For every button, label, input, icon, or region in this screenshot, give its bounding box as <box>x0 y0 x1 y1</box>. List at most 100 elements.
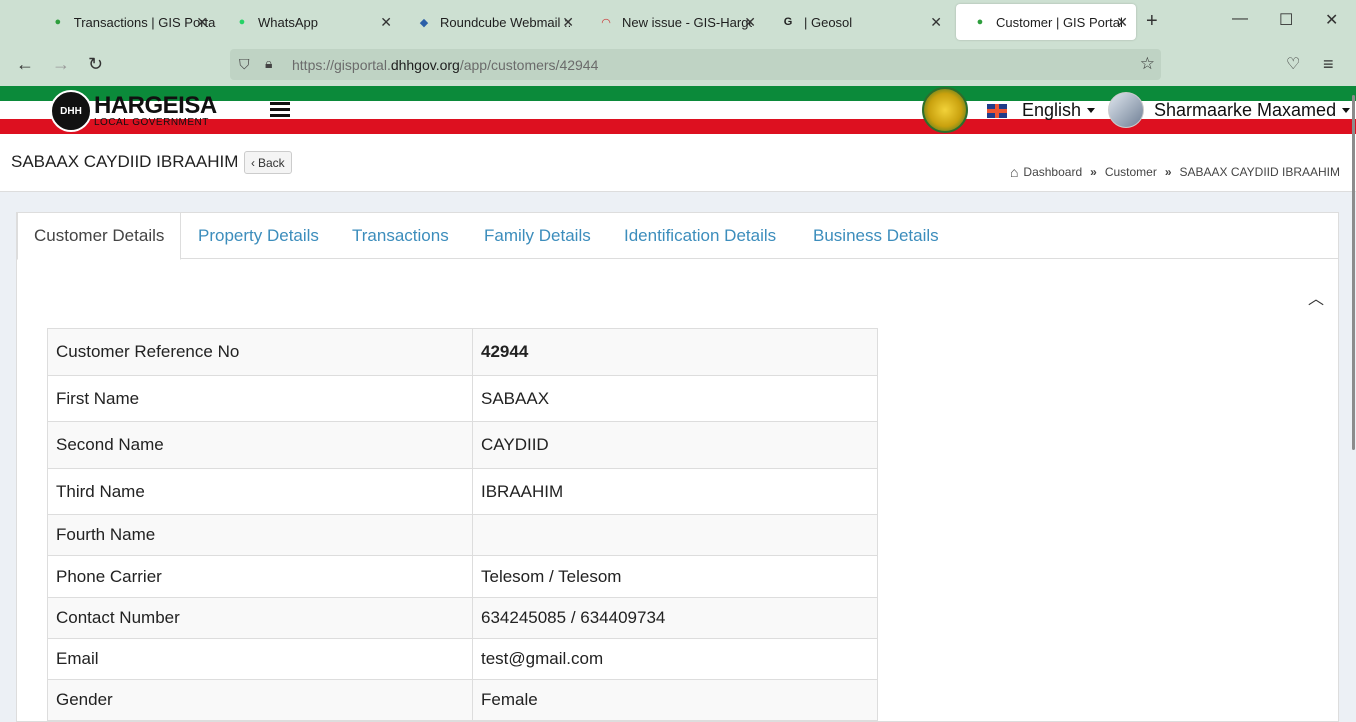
back-button[interactable]: ‹ Back <box>244 151 292 174</box>
close-icon[interactable]: ✕ <box>380 14 392 31</box>
detail-tabs: Customer Details Property Details Transa… <box>17 213 1339 260</box>
geosol-icon: G <box>783 16 793 28</box>
tab-identification-details[interactable]: Identification Details <box>608 213 792 259</box>
field-label: Gender <box>47 679 473 721</box>
field-value: 42944 <box>472 328 878 376</box>
page-scrollbar[interactable] <box>1352 95 1355 450</box>
table-row: Third Name IBRAAHIM <box>47 468 878 515</box>
gis-portal-icon: ● <box>54 16 62 28</box>
breadcrumb-current: SABAAX CAYDIID IBRAAHIM <box>1179 165 1340 179</box>
language-label: English <box>1022 100 1082 120</box>
caret-down-icon <box>1087 108 1096 113</box>
close-window-icon[interactable]: ✕ <box>1325 10 1338 30</box>
pocket-icon[interactable]: ♡ <box>1286 54 1300 74</box>
table-row: Email test@gmail.com <box>47 638 878 680</box>
lock-icon[interactable]: 🔒︎ <box>265 55 272 72</box>
app-header: DHH HARGEISA LOCAL GOVERNMENT English Sh… <box>0 86 1356 134</box>
maximize-icon[interactable]: ☐ <box>1279 10 1293 30</box>
reload-icon[interactable]: ↻ <box>88 54 103 75</box>
logo-subtitle: LOCAL GOVERNMENT <box>94 117 209 128</box>
browser-tab-label: New issue - GIS-Hargeisa <box>622 14 752 30</box>
browser-tab-label: WhatsApp <box>258 14 318 30</box>
customer-details-table: Customer Reference No 42944 First Name S… <box>47 328 878 721</box>
page-title: SABAAX CAYDIID IBRAAHIM <box>11 152 239 171</box>
url-text[interactable]: https://gisportal.dhhgov.org/app/custome… <box>292 57 598 73</box>
shield-icon[interactable]: ⛉ <box>239 56 250 73</box>
hargeisa-logo[interactable]: DHH HARGEISA LOCAL GOVERNMENT <box>50 90 217 132</box>
tab-property-details[interactable]: Property Details <box>182 213 335 259</box>
whatsapp-icon: ● <box>238 16 246 28</box>
browser-tab-new-issue[interactable]: ◠ New issue - GIS-Hargeisa ✕ <box>582 4 764 40</box>
close-icon[interactable]: ✕ <box>196 14 208 31</box>
minimize-icon[interactable]: — <box>1232 10 1248 28</box>
browser-tab-roundcube[interactable]: ◆ Roundcube Webmail :: In ✕ <box>400 4 582 40</box>
table-row: Fourth Name <box>47 514 878 556</box>
field-value <box>472 514 878 556</box>
table-row: Second Name CAYDIID <box>47 421 878 469</box>
table-row: First Name SABAAX <box>47 375 878 422</box>
avatar <box>1108 92 1144 128</box>
browser-tab-customer[interactable]: ● Customer | GIS Portal ✕ <box>956 4 1136 40</box>
gis-portal-icon: ● <box>976 16 984 28</box>
address-bar[interactable]: ⛉ 🔒︎ https://gisportal.dhhgov.org/app/cu… <box>230 49 1161 80</box>
bookmark-star-icon[interactable]: ☆ <box>1140 54 1155 74</box>
field-value: Female <box>472 679 878 721</box>
logo-name: HARGEISA <box>94 92 217 119</box>
field-value: test@gmail.com <box>472 638 878 680</box>
uk-flag-icon <box>987 103 1007 118</box>
field-value: Telesom / Telesom <box>472 555 878 598</box>
browser-tab-geosol[interactable]: G | Geosol ✕ <box>764 4 950 40</box>
browser-tab-whatsapp[interactable]: ● WhatsApp ✕ <box>218 4 400 40</box>
tab-family-details[interactable]: Family Details <box>468 213 607 259</box>
field-label: Customer Reference No <box>47 328 473 376</box>
language-selector[interactable]: English <box>987 100 1096 121</box>
user-name: Sharmaarke Maxamed <box>1154 99 1337 120</box>
back-button-label: Back <box>258 155 285 170</box>
close-icon[interactable]: ✕ <box>562 14 574 31</box>
table-row: Customer Reference No 42944 <box>47 328 878 376</box>
gitlab-icon: ◠ <box>601 16 611 29</box>
home-icon: ⌂ <box>1009 164 1019 180</box>
field-value: SABAAX <box>472 375 878 422</box>
coat-of-arms-emblem <box>922 87 968 133</box>
logo-badge: DHH <box>50 90 92 132</box>
field-label: Third Name <box>47 468 473 515</box>
browser-tab-transactions[interactable]: ● Transactions | GIS Portal ✕ <box>34 4 216 40</box>
hamburger-menu-icon[interactable] <box>270 102 290 118</box>
table-row: Gender Female <box>47 679 878 721</box>
chevron-up-icon[interactable]: ︿ <box>1308 285 1324 309</box>
close-icon[interactable]: ✕ <box>930 14 942 31</box>
tab-customer-details[interactable]: Customer Details <box>17 213 182 260</box>
breadcrumb-separator: » <box>1090 165 1097 179</box>
browser-tab-label: Customer | GIS Portal <box>996 14 1123 30</box>
tab-transactions[interactable]: Transactions <box>336 213 465 259</box>
field-value: CAYDIID <box>472 421 878 469</box>
breadcrumb-customer[interactable]: Customer <box>1105 165 1157 179</box>
breadcrumb-dashboard[interactable]: Dashboard <box>1023 165 1082 179</box>
caret-down-icon <box>1342 107 1351 113</box>
menu-icon[interactable]: ≡ <box>1323 54 1334 75</box>
field-label: Contact Number <box>47 597 473 639</box>
roundcube-icon: ◆ <box>419 16 429 29</box>
field-label: First Name <box>47 375 473 422</box>
browser-nav-bar: ← → ↻ ⛉ 🔒︎ https://gisportal.dhhgov.org/… <box>0 44 1356 86</box>
close-icon[interactable]: ✕ <box>744 14 756 31</box>
table-row: Phone Carrier Telesom / Telesom <box>47 555 878 598</box>
field-label: Email <box>47 638 473 680</box>
close-icon[interactable]: ✕ <box>1116 14 1128 31</box>
field-value: IBRAAHIM <box>472 468 878 515</box>
field-label: Second Name <box>47 421 473 469</box>
forward-arrow-icon[interactable]: → <box>52 54 70 75</box>
field-label: Fourth Name <box>47 514 473 556</box>
browser-tab-label: Roundcube Webmail :: In <box>440 14 570 30</box>
user-menu[interactable]: Sharmaarke Maxamed <box>1108 92 1351 128</box>
new-tab-icon[interactable]: + <box>1146 10 1158 33</box>
field-label: Phone Carrier <box>47 555 473 598</box>
chevron-left-icon: ‹ <box>251 155 255 170</box>
tab-business-details[interactable]: Business Details <box>797 213 955 259</box>
breadcrumb: ⌂ Dashboard » Customer » SABAAX CAYDIID … <box>1010 164 1340 180</box>
browser-tab-label: Transactions | GIS Portal <box>73 14 216 30</box>
browser-tab-label: | Geosol <box>804 14 853 30</box>
back-arrow-icon[interactable]: ← <box>16 54 34 75</box>
content-header: SABAAX CAYDIID IBRAAHIM ‹ Back ⌂ Dashboa… <box>0 134 1356 192</box>
